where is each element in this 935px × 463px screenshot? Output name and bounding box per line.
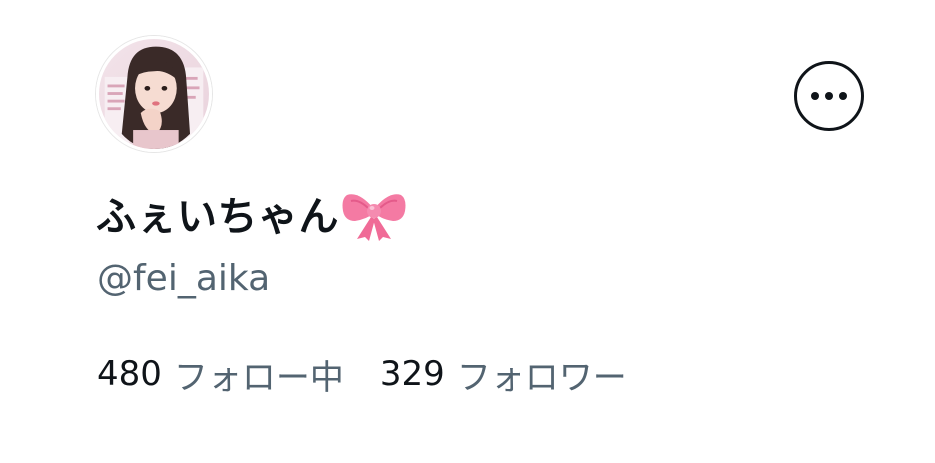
followers-label: フォロワー (456, 357, 627, 398)
more-horizontal-icon (811, 92, 847, 100)
display-name: ふぇいちゃん (96, 194, 339, 240)
following-link[interactable]: 480 フォロー中 (97, 350, 344, 399)
follow-stats: 480 フォロー中 329 フォロワー (97, 350, 627, 398)
ribbon-bow-icon (341, 187, 407, 241)
following-count: 480 (97, 354, 162, 394)
display-name-row: ふぇいちゃん (96, 178, 407, 248)
following-label: フォロー中 (173, 357, 344, 398)
user-handle: @fei_aika (97, 258, 271, 299)
followers-count: 329 (379, 354, 445, 394)
more-options-button[interactable] (794, 61, 864, 131)
avatar-photo (99, 39, 209, 149)
followers-link[interactable]: 329 フォロワー (380, 350, 627, 399)
avatar[interactable] (96, 36, 212, 152)
